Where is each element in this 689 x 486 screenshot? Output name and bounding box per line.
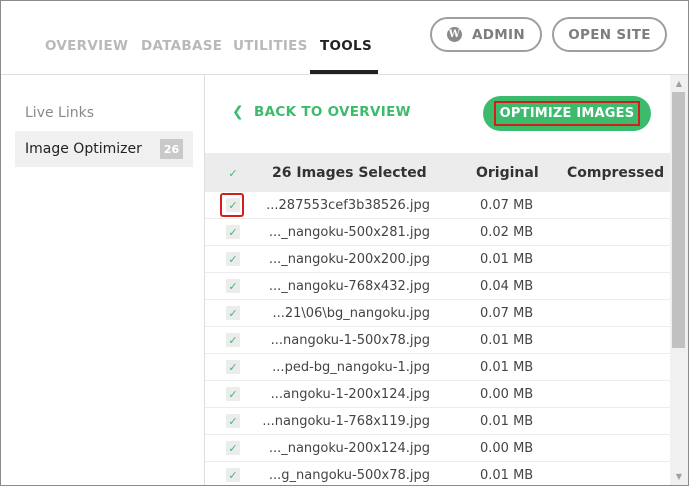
check-icon: ✓ [228,387,238,401]
scroll-down-arrow-icon[interactable]: ▼ [670,468,688,485]
check-icon: ✓ [228,252,238,266]
row-checkbox[interactable]: ✓ [226,252,240,266]
select-all-checkbox[interactable]: ✓ [226,166,240,180]
file-name: ..._nangoku-200x124.jpg [268,441,430,456]
back-label: BACK TO OVERVIEW [254,104,411,120]
original-size: 0.01 MB [480,252,534,267]
highlight-box [220,193,244,217]
row-checkbox[interactable]: ✓ [226,360,240,374]
table-row: ✓ ..._nangoku-768x432.jpg 0.04 MB [205,273,670,300]
tab-database[interactable]: DATABASE [141,38,222,54]
top-nav: OVERVIEW DATABASE UTILITIES TOOLS W ADMI… [1,1,688,75]
file-name: ..._nangoku-500x281.jpg [268,225,430,240]
table-row: ✓ ...ped-bg_nangoku-1.jpg 0.01 MB [205,354,670,381]
original-size: 0.01 MB [480,414,534,429]
row-checkbox[interactable]: ✓ [226,279,240,293]
file-name: ...287553cef3b38526.jpg [266,198,430,213]
header-selected: 26 Images Selected [272,165,427,181]
table-row: ✓ ...21\06\bg_nangoku.jpg 0.07 MB [205,300,670,327]
table-row: ✓ ...angoku-1-200x124.jpg 0.00 MB [205,381,670,408]
file-name: ...ped-bg_nangoku-1.jpg [272,360,430,375]
tab-utilities[interactable]: UTILITIES [233,38,308,54]
wordpress-icon: W [447,27,463,42]
table-row: ✓ ..._nangoku-200x124.jpg 0.00 MB [205,435,670,462]
tab-tools[interactable]: TOOLS [320,38,372,54]
row-checkbox[interactable]: ✓ [226,414,240,428]
table-row: ✓ ..._nangoku-200x200.jpg 0.01 MB [205,246,670,273]
tab-overview[interactable]: OVERVIEW [45,38,128,54]
file-name: ...g_nangoku-500x78.jpg [268,468,430,483]
check-icon: ✓ [228,441,238,455]
check-icon: ✓ [228,414,238,428]
sidebar-item-live-links[interactable]: Live Links [15,95,193,131]
original-size: 0.01 MB [480,468,534,483]
admin-label: ADMIN [472,26,525,43]
check-icon: ✓ [228,279,238,293]
optimize-images-button[interactable]: OPTIMIZE IMAGES [483,96,651,131]
open-site-label: OPEN SITE [568,26,651,43]
table-row: ✓ ...g_nangoku-500x78.jpg 0.01 MB [205,462,670,485]
file-name: ...21\06\bg_nangoku.jpg [272,306,430,321]
row-checkbox[interactable]: ✓ [226,225,240,239]
file-name: ...nangoku-1-500x78.jpg [270,333,430,348]
file-name: ...angoku-1-200x124.jpg [270,387,430,402]
table-row: ✓ ...287553cef3b38526.jpg 0.07 MB [205,192,670,219]
sidebar-item-image-optimizer[interactable]: Image Optimizer 26 [15,131,193,167]
scrollbar-thumb[interactable] [672,92,685,348]
table-row: ✓ ..._nangoku-500x281.jpg 0.02 MB [205,219,670,246]
sidebar-item-label: Image Optimizer [25,141,142,157]
check-icon: ✓ [228,468,238,482]
original-size: 0.07 MB [480,306,534,321]
active-tab-indicator [310,70,378,74]
sidebar-item-label: Live Links [25,105,95,121]
check-icon: ✓ [228,306,238,320]
file-name: ..._nangoku-200x200.jpg [268,252,430,267]
check-icon: ✓ [228,333,238,347]
original-size: 0.00 MB [480,387,534,402]
chevron-left-icon: ❮ [232,104,245,120]
sidebar: Live Links Image Optimizer 26 [1,75,205,485]
check-icon: ✓ [228,166,238,180]
row-checkbox[interactable]: ✓ [226,468,240,482]
images-table: ✓ 26 Images Selected Original Compressed… [205,153,670,485]
app-window: OVERVIEW DATABASE UTILITIES TOOLS W ADMI… [0,0,689,486]
scroll-up-arrow-icon[interactable]: ▲ [670,75,688,92]
row-checkbox[interactable]: ✓ [226,441,240,455]
row-checkbox[interactable]: ✓ [226,333,240,347]
admin-button[interactable]: W ADMIN [430,17,542,52]
table-row: ✓ ...nangoku-1-500x78.jpg 0.01 MB [205,327,670,354]
file-name: ...nangoku-1-768x119.jpg [262,414,430,429]
scrollbar[interactable]: ▲ ▼ [670,75,688,485]
table-header: ✓ 26 Images Selected Original Compressed [205,153,670,192]
original-size: 0.02 MB [480,225,534,240]
header-compressed: Compressed [567,165,665,181]
original-size: 0.00 MB [480,441,534,456]
open-site-button[interactable]: OPEN SITE [552,17,667,52]
file-name: ..._nangoku-768x432.jpg [268,279,430,294]
original-size: 0.01 MB [480,360,534,375]
table-row: ✓ ...nangoku-1-768x119.jpg 0.01 MB [205,408,670,435]
check-icon: ✓ [228,225,238,239]
row-checkbox[interactable]: ✓ [226,387,240,401]
check-icon: ✓ [228,360,238,374]
row-checkbox[interactable]: ✓ [226,306,240,320]
original-size: 0.04 MB [480,279,534,294]
count-badge: 26 [160,139,183,159]
original-size: 0.07 MB [480,198,534,213]
header-original: Original [476,165,539,181]
original-size: 0.01 MB [480,333,534,348]
back-to-overview-link[interactable]: ❮ BACK TO OVERVIEW [232,104,411,120]
optimize-label: OPTIMIZE IMAGES [493,101,641,126]
